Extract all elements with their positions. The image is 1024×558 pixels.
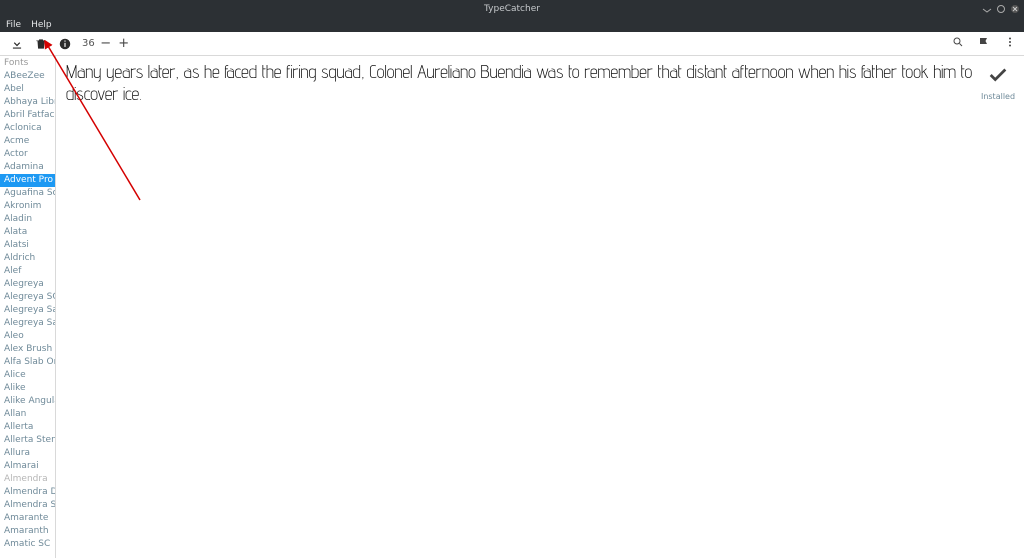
font-item[interactable]: Allerta Stencil xyxy=(0,434,55,447)
font-item[interactable]: Alice xyxy=(0,369,55,382)
font-item[interactable]: Aldrich xyxy=(0,252,55,265)
minimize-icon[interactable] xyxy=(982,4,992,14)
font-item[interactable]: Amatic SC xyxy=(0,538,55,551)
font-item[interactable]: Almendra xyxy=(0,473,55,486)
font-size-value[interactable]: 36 xyxy=(82,38,95,49)
font-item[interactable]: Abril Fatface xyxy=(0,109,55,122)
font-item[interactable]: Alata xyxy=(0,226,55,239)
font-item[interactable]: Aleo xyxy=(0,330,55,343)
font-sidebar: Fonts ABeeZeeAbelAbhaya LibreAbril Fatfa… xyxy=(0,56,56,558)
window-controls xyxy=(982,4,1020,14)
font-item[interactable]: Aladin xyxy=(0,213,55,226)
check-icon xyxy=(980,64,1016,90)
font-item[interactable]: Alike xyxy=(0,382,55,395)
font-item[interactable]: Advent Pro xyxy=(0,174,55,187)
font-item[interactable]: Allan xyxy=(0,408,55,421)
font-item[interactable]: Amarante xyxy=(0,512,55,525)
search-icon[interactable] xyxy=(952,36,964,51)
font-item[interactable]: Alegreya SC xyxy=(0,291,55,304)
main-area: Fonts ABeeZeeAbelAbhaya LibreAbril Fatfa… xyxy=(0,56,1024,558)
zoom-in-button[interactable]: + xyxy=(117,36,131,51)
sidebar-header: Fonts xyxy=(0,56,55,70)
font-list[interactable]: ABeeZeeAbelAbhaya LibreAbril FatfaceAclo… xyxy=(0,70,55,558)
font-item[interactable]: Alfa Slab One xyxy=(0,356,55,369)
font-item[interactable]: Akronim xyxy=(0,200,55,213)
menu-help[interactable]: Help xyxy=(31,20,52,30)
toolbar: 36 − + xyxy=(0,32,1024,56)
font-item[interactable]: Almendra SC xyxy=(0,499,55,512)
font-item[interactable]: Alatsi xyxy=(0,239,55,252)
font-item[interactable]: Alegreya Sans SC xyxy=(0,317,55,330)
menubar: File Help xyxy=(0,18,1024,32)
maximize-icon[interactable] xyxy=(996,4,1006,14)
font-item[interactable]: Allura xyxy=(0,447,55,460)
font-item[interactable]: Allerta xyxy=(0,421,55,434)
font-item[interactable]: Actor xyxy=(0,148,55,161)
font-item[interactable]: Almarai xyxy=(0,460,55,473)
preview-pane: Many years later, as he faced the firing… xyxy=(56,56,1024,558)
window-titlebar: TypeCatcher xyxy=(0,0,1024,18)
font-item[interactable]: Abhaya Libre xyxy=(0,96,55,109)
font-item[interactable]: Alegreya xyxy=(0,278,55,291)
font-item[interactable]: Alef xyxy=(0,265,55,278)
install-status-label: Installed xyxy=(980,92,1016,101)
font-item[interactable]: ABeeZee xyxy=(0,70,55,83)
window-title: TypeCatcher xyxy=(484,4,540,14)
info-icon[interactable] xyxy=(56,35,74,53)
preview-text: Many years later, as he faced the firing… xyxy=(66,62,996,106)
font-item[interactable]: Almendra Display xyxy=(0,486,55,499)
download-icon[interactable] xyxy=(8,35,26,53)
menu-file[interactable]: File xyxy=(6,20,21,30)
font-item[interactable]: Alegreya Sans xyxy=(0,304,55,317)
kebab-menu-icon[interactable] xyxy=(1004,36,1016,51)
zoom-out-button[interactable]: − xyxy=(99,36,113,51)
font-item[interactable]: Alike Angular xyxy=(0,395,55,408)
font-item[interactable]: Abel xyxy=(0,83,55,96)
font-item[interactable]: Alex Brush xyxy=(0,343,55,356)
font-item[interactable]: Amaranth xyxy=(0,525,55,538)
report-icon[interactable] xyxy=(978,36,990,51)
font-item[interactable]: Aclonica xyxy=(0,122,55,135)
install-status: Installed xyxy=(980,64,1016,101)
trash-icon[interactable] xyxy=(32,35,50,53)
font-item[interactable]: Acme xyxy=(0,135,55,148)
font-item[interactable]: Aguafina Script xyxy=(0,187,55,200)
font-item[interactable]: Adamina xyxy=(0,161,55,174)
close-icon[interactable] xyxy=(1010,4,1020,14)
